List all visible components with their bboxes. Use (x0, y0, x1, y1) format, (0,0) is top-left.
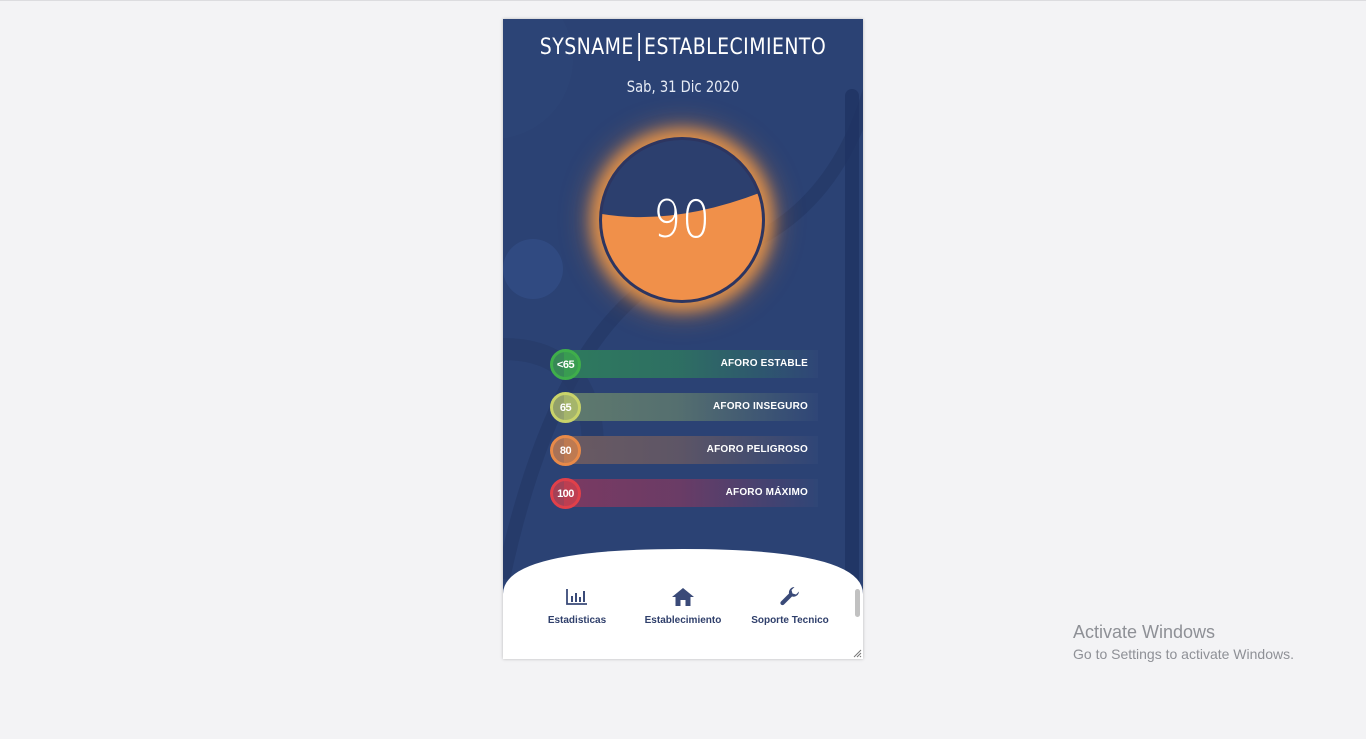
windows-activation-watermark: Activate Windows Go to Settings to activ… (1073, 622, 1294, 662)
capacity-level-row: <65 AFORO ESTABLE (550, 349, 820, 380)
level-label: AFORO ESTABLE (720, 358, 808, 369)
home-icon (633, 585, 733, 609)
level-badge: 80 (550, 435, 581, 466)
nav-establecimiento[interactable]: Establecimiento (633, 585, 733, 626)
level-label: AFORO INSEGURO (712, 401, 808, 412)
brand-name: SYSNAME (539, 34, 634, 60)
gauge-value: 90 (653, 190, 711, 250)
page-title: SYSNAME ESTABLECIMIENTO (528, 33, 838, 61)
capacity-level-row: 65 AFORO INSEGURO (550, 392, 820, 423)
nav-label: Establecimiento (644, 615, 722, 626)
level-badge: 65 (550, 392, 581, 423)
level-badge: <65 (550, 349, 581, 380)
nav-label: Estadisticas (547, 615, 607, 626)
bottom-nav: Estadisticas Establecimiento Soporte Tec… (503, 549, 863, 659)
nav-estadisticas[interactable]: Estadisticas (527, 585, 627, 626)
resize-grip-icon[interactable] (852, 648, 862, 658)
app-screen: SYSNAME ESTABLECIMIENTO Sab, 31 Dic 2020… (503, 19, 863, 659)
capacity-level-row: 80 AFORO PELIGROSO (550, 435, 820, 466)
watermark-subtitle: Go to Settings to activate Windows. (1073, 646, 1294, 662)
nav-soporte-tecnico[interactable]: Soporte Tecnico (740, 585, 840, 626)
scrollbar-thumb[interactable] (855, 589, 860, 617)
nav-label: Soporte Tecnico (751, 615, 829, 626)
bar-chart-icon (527, 585, 627, 609)
title-separator (638, 33, 640, 61)
wrench-icon (740, 585, 840, 609)
level-label: AFORO PELIGROSO (706, 444, 808, 455)
occupancy-gauge: 90 (599, 137, 765, 303)
current-date: Sab, 31 Dic 2020 (626, 77, 740, 96)
watermark-title: Activate Windows (1073, 622, 1216, 642)
level-badge: 100 (550, 478, 581, 509)
level-label: AFORO MÁXIMO (725, 487, 808, 498)
capacity-level-row: 100 AFORO MÁXIMO (550, 478, 820, 509)
section-name: ESTABLECIMIENTO (644, 34, 827, 60)
capacity-levels: <65 AFORO ESTABLE 65 AFORO INSEGURO 80 AFORO … (550, 349, 820, 521)
